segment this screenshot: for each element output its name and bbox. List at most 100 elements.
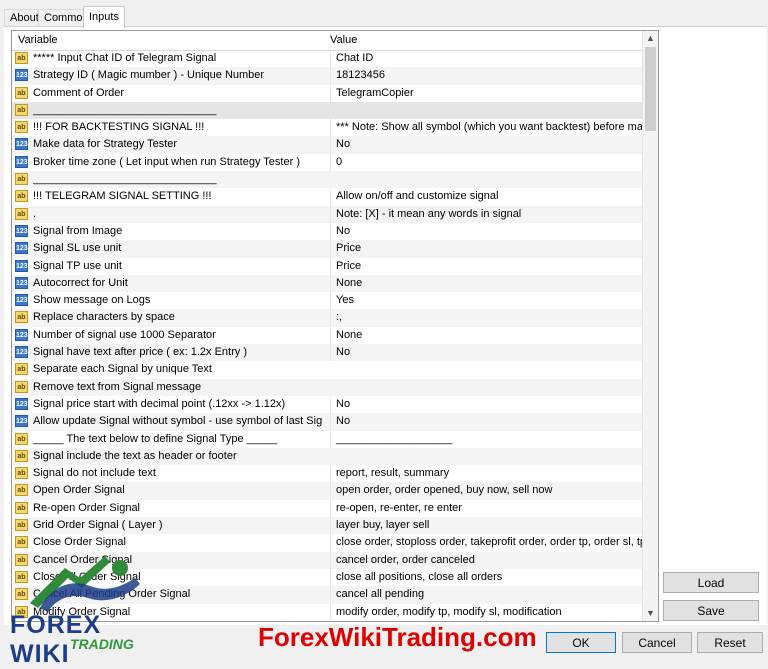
value-cell[interactable]: cancel all pending (330, 586, 646, 604)
table-row[interactable]: ab Signal include the text as header or f… (12, 447, 642, 466)
string-type-icon: ab (15, 363, 28, 376)
table-row[interactable]: ab ***** Input Chat ID of Telegram Signal… (12, 50, 642, 67)
value-cell[interactable]: TelegramCopier (330, 84, 646, 102)
value-cell[interactable]: *** Note: Show all symbol (which you wan… (330, 119, 646, 137)
variable-cell: Signal TP use unit (33, 259, 122, 272)
value-cell[interactable]: modify order, modify tp, modify sl, modi… (330, 603, 646, 621)
table-row[interactable]: ab Comment of Order TelegramCopier (12, 84, 642, 102)
reset-button[interactable]: Reset (697, 632, 763, 653)
logo-sub-text: TRADING (70, 636, 134, 652)
value-cell[interactable]: Price (330, 240, 646, 258)
number-type-icon: 123 (15, 276, 28, 289)
table-row[interactable]: 123 Signal SL use unit Price (12, 240, 642, 258)
number-type-icon: 123 (15, 224, 28, 237)
value-cell[interactable]: :, (330, 309, 646, 327)
value-cell[interactable]: Allow on/off and customize signal (330, 188, 646, 206)
number-type-icon: 123 (15, 415, 28, 428)
table-row[interactable]: 123 Autocorrect for Unit None (12, 274, 642, 293)
variable-cell: Signal include the text as header or foo… (33, 449, 237, 462)
table-row[interactable]: 123 Signal have text after price ( ex: 1.… (12, 344, 642, 362)
value-cell[interactable]: None (330, 326, 646, 344)
table-row[interactable]: 123 Number of signal use 1000 Separator No… (12, 326, 642, 344)
vertical-scrollbar[interactable]: ▲ ▼ (642, 31, 658, 621)
load-button[interactable]: Load (663, 572, 759, 593)
table-row[interactable]: ab ______________________________ (12, 171, 642, 189)
value-cell[interactable]: Note: [X] - it mean any words in signal (330, 205, 646, 223)
table-row[interactable]: ab Separate each Signal by unique Text (12, 361, 642, 378)
inputs-grid[interactable]: Variable Value ab ***** Input Chat ID of … (11, 30, 659, 622)
value-cell[interactable]: re-open, re-enter, re enter (330, 499, 646, 517)
value-cell[interactable]: ___________________ (330, 430, 646, 448)
tab-inputs[interactable]: Inputs (83, 6, 125, 28)
value-cell[interactable]: report, result, summary (330, 465, 646, 483)
cancel-button[interactable]: Cancel (622, 632, 692, 653)
table-row[interactable]: ab!!! TELEGRAM SIGNAL SETTING !!! Allow o… (12, 188, 642, 206)
header-variable[interactable]: Variable (18, 31, 58, 50)
value-cell[interactable]: No (330, 413, 646, 431)
grid-header: Variable Value (12, 31, 642, 51)
variable-cell: Signal SL use unit (33, 242, 122, 255)
string-type-icon: ab (15, 190, 28, 203)
string-type-icon: ab (15, 449, 28, 462)
table-row[interactable]: 123 Signal TP use unit Price (12, 257, 642, 275)
value-cell[interactable]: No (330, 222, 646, 240)
table-row[interactable]: 123 Show message on Logs Yes (12, 292, 642, 310)
value-cell[interactable]: close order, stoploss order, takeprofit … (330, 534, 646, 552)
variable-cell: Re-open Order Signal (33, 501, 141, 514)
table-row[interactable]: ab _____ The text below to define Signal … (12, 430, 642, 448)
value-cell[interactable]: Chat ID (330, 50, 646, 67)
scroll-thumb[interactable] (645, 47, 656, 131)
value-cell[interactable]: close all positions, close all orders (330, 568, 646, 586)
value-cell[interactable]: No (330, 136, 646, 154)
variable-cell: ______________________________ (33, 173, 217, 186)
string-type-icon: ab (15, 103, 28, 116)
table-row[interactable]: ab. Note: [X] - it mean any words in sign… (12, 205, 642, 223)
ok-button[interactable]: OK (546, 632, 616, 653)
table-row[interactable]: 123 Make data for Strategy Tester No (12, 136, 642, 154)
number-type-icon: 123 (15, 328, 28, 341)
variable-cell: Remove text from Signal message (33, 380, 202, 393)
variable-cell: Replace characters by space (33, 311, 175, 324)
value-cell[interactable]: open order, order opened, buy now, sell … (330, 482, 646, 500)
table-row[interactable]: ab Signal do not include text report, resu… (12, 465, 642, 483)
string-type-icon: ab (15, 207, 28, 220)
string-type-icon: ab (15, 467, 28, 480)
scroll-up-icon[interactable]: ▲ (643, 31, 658, 46)
string-type-icon: ab (15, 121, 28, 134)
value-cell[interactable]: None (330, 274, 646, 292)
variable-cell: Signal price start with decimal point (.… (33, 397, 286, 410)
table-row[interactable]: ab Replace characters by space:, (12, 309, 642, 327)
table-row[interactable]: ab ______________________________ (12, 101, 642, 120)
table-row[interactable]: ab Remove text from Signal message (12, 378, 642, 396)
variable-cell: ***** Input Chat ID of Telegram Signal (33, 52, 217, 64)
scroll-down-icon[interactable]: ▼ (643, 606, 658, 621)
grid-rows: ab ***** Input Chat ID of Telegram Signal… (12, 50, 646, 621)
watermark-text: ForexWikiTrading.com (258, 622, 537, 652)
table-row[interactable]: 123 Broker time zone ( Let input when run… (12, 153, 642, 171)
table-row[interactable]: ab !!! FOR BACKTESTING SIGNAL !!! *** Note… (12, 119, 646, 137)
table-row[interactable]: 123 Allow update Signal without symbol - … (12, 413, 642, 431)
header-value[interactable]: Value (330, 31, 357, 50)
value-cell[interactable]: Yes (330, 292, 646, 310)
table-row[interactable]: 123 Signal from Image No (12, 222, 642, 240)
number-type-icon: 123 (15, 138, 28, 151)
value-cell[interactable]: No (330, 395, 646, 413)
variable-cell: Open Order Signal (33, 484, 125, 497)
table-row[interactable]: 123 Signal price start with decimal point… (12, 395, 642, 413)
table-row[interactable]: ab Grid Order Signal ( Layer ) layer buy, … (12, 517, 642, 535)
table-row[interactable]: ab Re-open Order Signal re-open, re-enter,… (12, 499, 642, 517)
variable-cell: Signal do not include text (33, 467, 156, 480)
string-type-icon: ab (15, 536, 28, 549)
table-row[interactable]: ab Open Order Signal open order, order ope… (12, 482, 642, 500)
value-cell[interactable]: No (330, 344, 646, 362)
value-cell[interactable]: Price (330, 257, 646, 275)
save-button[interactable]: Save (663, 600, 759, 621)
value-cell[interactable]: layer buy, layer sell (330, 517, 646, 535)
value-cell[interactable]: 0 (330, 153, 646, 171)
variable-cell: Signal from Image (33, 224, 123, 237)
value-cell[interactable]: cancel order, order canceled (330, 551, 646, 569)
variable-cell: Broker time zone ( Let input when run St… (33, 155, 300, 168)
table-row[interactable]: 123 Strategy ID ( Magic mumber ) - Unique… (12, 67, 642, 85)
variable-cell: Signal have text after price ( ex: 1.2x … (33, 346, 247, 359)
value-cell[interactable]: 18123456 (330, 67, 646, 85)
